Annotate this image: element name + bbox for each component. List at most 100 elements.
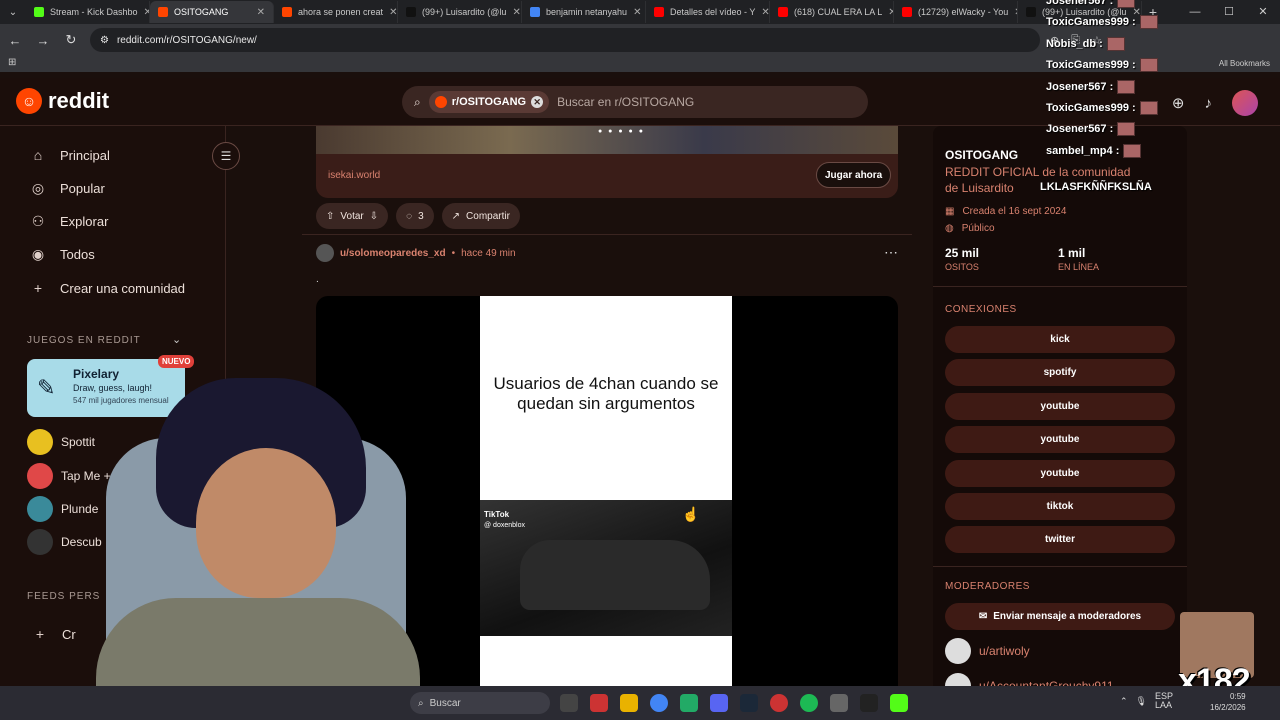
vote-button[interactable]: ⇧ Votar ⇩ (316, 203, 389, 229)
game-item[interactable]: Plunde (27, 496, 98, 522)
close-window-icon[interactable]: ✕ (1246, 0, 1280, 24)
tab-5[interactable]: Detalles del vídeo - Y ✕ (646, 1, 770, 23)
message-mods-button[interactable]: ✉ Enviar mensaje a moderadores (945, 603, 1175, 630)
more-options-icon[interactable]: ⋯ (884, 244, 898, 261)
comments-button[interactable]: ◌ 3 (396, 203, 434, 229)
games-section-header[interactable]: JUEGOS EN REDDIT (27, 335, 141, 346)
sidebar-item-popular[interactable]: ◎ Popular (30, 180, 105, 197)
post-body: . (316, 274, 319, 285)
maximize-icon[interactable]: ☐ (1212, 0, 1246, 24)
all-bookmarks[interactable]: All Bookmarks (1219, 59, 1270, 68)
tab-0[interactable]: Stream - Kick Dashbo✕ (26, 1, 150, 23)
search-bar[interactable]: ⌕ r/OSITOGANG ✕ Buscar en r/OSITOGANG (402, 86, 868, 118)
spotify-icon[interactable] (800, 694, 818, 712)
tab-favicon-icon (158, 7, 168, 17)
sidebar-item-crear-una-comunidad[interactable]: + Crear una comunidad (30, 280, 185, 296)
file-explorer-icon[interactable] (620, 694, 638, 712)
ad-banner[interactable]: ● ● ● ● ● isekai.world Jugar ahora (316, 126, 898, 198)
link-spotify[interactable]: spotify (945, 359, 1175, 387)
streamer-shirt (96, 598, 420, 688)
link-kick[interactable]: kick (945, 326, 1175, 353)
search-input[interactable]: Buscar en r/OSITOGANG (557, 95, 694, 109)
obs-icon[interactable] (830, 694, 848, 712)
url-field[interactable]: ⚙ reddit.com/r/OSITOGANG/new/ (90, 28, 1040, 52)
taskbar-search[interactable]: ⌕ Buscar (410, 692, 550, 714)
tray-chevron-icon[interactable]: ⌃ (1120, 696, 1128, 707)
collapse-sidebar-button[interactable]: ☰ (212, 142, 240, 170)
minimize-icon[interactable]: — (1178, 0, 1212, 24)
create-feed-item[interactable]: + Cr (32, 626, 76, 642)
task-view-icon[interactable] (560, 694, 578, 712)
apps-grid-icon[interactable]: ⊞ (8, 57, 16, 68)
chrome-icon[interactable] (650, 694, 668, 712)
subreddit-chip[interactable]: r/OSITOGANG ✕ (428, 91, 550, 113)
tab-1[interactable]: OSITOGANG ✕ (150, 1, 274, 23)
app-green-icon[interactable] (680, 694, 698, 712)
app-red-icon[interactable] (590, 694, 608, 712)
tab-6[interactable]: (618) CUAL ERA LA L✕ (770, 1, 894, 23)
sidebar-item-explorar[interactable]: ⚇ Explorar (30, 213, 109, 230)
back-icon[interactable]: ← (6, 33, 24, 48)
tab-3[interactable]: (99+) Luisardito (@lu ✕ (398, 1, 522, 23)
downvote-icon[interactable]: ⇩ (370, 211, 378, 222)
tab-2[interactable]: ahora se ponen creat ✕ (274, 1, 398, 23)
share-button[interactable]: ↗ Compartir (441, 203, 520, 229)
link-twitter[interactable]: twitter (945, 526, 1175, 554)
chip-close-icon[interactable]: ✕ (531, 96, 544, 108)
discord-icon[interactable] (710, 694, 728, 712)
notifications-icon[interactable]: ♪ (1205, 95, 1213, 112)
mic-icon[interactable]: 🎙 (1136, 696, 1147, 707)
members-count: 25 mil (945, 246, 980, 260)
chat-emote-icon (1139, 101, 1158, 115)
carousel-dots[interactable]: ● ● ● ● ● (598, 128, 645, 135)
tab-search-icon[interactable]: ⌄ (0, 1, 26, 23)
tab-7[interactable]: (12729) elWacky - You✕ (894, 1, 1018, 23)
tab-close-icon[interactable]: ✕ (633, 7, 641, 18)
link-youtube[interactable]: youtube (945, 392, 1175, 420)
feeds-section-header[interactable]: FEEDS PERS (27, 591, 100, 602)
tab-favicon-icon (1026, 7, 1036, 17)
sidebar-item-label: Popular (60, 181, 105, 196)
author-avatar[interactable] (316, 244, 334, 262)
post-author[interactable]: u/solomeoparedes_xd (340, 248, 446, 259)
link-tiktok[interactable]: tiktok (945, 493, 1175, 520)
tab-close-icon[interactable]: ✕ (512, 7, 520, 18)
tab-favicon-icon (406, 7, 416, 17)
site-info-icon[interactable]: ⚙ (100, 35, 109, 46)
link-youtube[interactable]: youtube (945, 459, 1175, 487)
moderator-item[interactable]: u/artiwoly (945, 638, 1030, 664)
avatar[interactable] (1232, 90, 1258, 116)
reload-icon[interactable]: ↻ (62, 32, 80, 48)
chevron-down-icon[interactable]: ⌄ (172, 333, 181, 346)
clock[interactable]: 0:59 16/2/2026 (1210, 691, 1246, 713)
lang-indicator[interactable]: ESP LAA (1155, 692, 1173, 710)
game-item[interactable]: Descub (27, 529, 102, 555)
terminal-icon[interactable] (860, 694, 878, 712)
tab-4[interactable]: benjamin netanyahu ✕ (522, 1, 646, 23)
tab-title: Stream - Kick Dashbo (50, 7, 138, 17)
tab-close-icon[interactable]: ✕ (761, 7, 769, 18)
banner-site[interactable]: isekai.world (328, 170, 380, 181)
forward-icon[interactable]: → (34, 33, 52, 48)
streamer-face (196, 448, 336, 598)
kick-icon[interactable] (890, 694, 908, 712)
play-now-button[interactable]: Jugar ahora (816, 162, 892, 188)
sidebar-item-todos[interactable]: ◉ Todos (30, 246, 95, 263)
reddit-wordmark: reddit (48, 88, 110, 113)
reddit-logo[interactable]: ☺ reddit (16, 88, 109, 114)
opera-icon[interactable] (770, 694, 788, 712)
steam-icon[interactable] (740, 694, 758, 712)
chat-emote-icon (1106, 36, 1125, 51)
explore-icon: ⚇ (31, 213, 45, 229)
tab-favicon-icon (282, 7, 292, 17)
tab-close-icon[interactable]: ✕ (389, 7, 397, 18)
sidebar-item-label: Principal (60, 147, 110, 163)
upvote-icon[interactable]: ⇧ (326, 211, 334, 222)
tab-close-icon[interactable]: ✕ (257, 7, 265, 18)
game-item[interactable]: Spottit (27, 429, 95, 455)
clock-time: 0:59 (1230, 692, 1246, 701)
sidebar-item-principal[interactable]: ⌂ Principal (30, 147, 110, 163)
tiktok-watermark: TikTok (484, 510, 510, 519)
taskbar-apps (560, 694, 908, 712)
link-youtube[interactable]: youtube (945, 426, 1175, 454)
